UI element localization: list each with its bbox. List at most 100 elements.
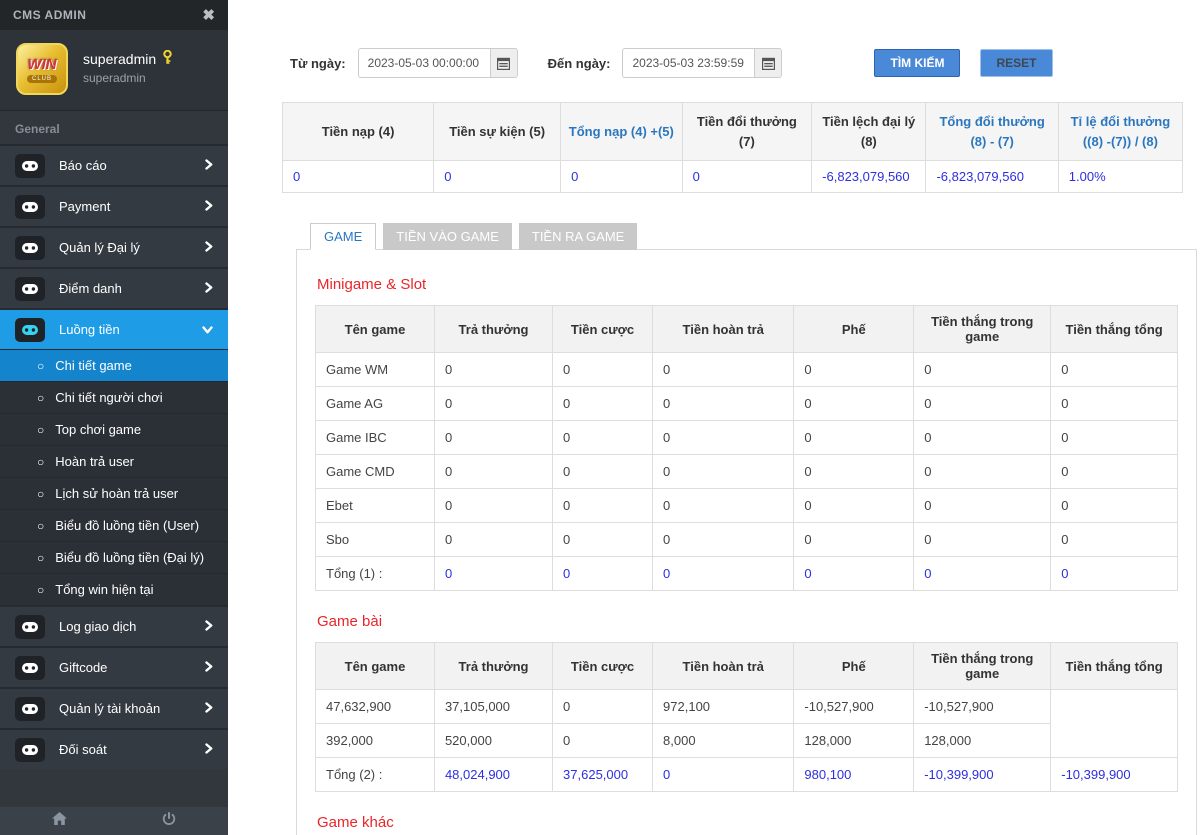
sidebar-subitem[interactable]: ○ Hoàn trả user xyxy=(0,445,228,477)
sidebar-footer xyxy=(0,807,228,835)
game-column-header: Trả thưởng xyxy=(433,642,554,690)
table-cell: 0 xyxy=(433,420,554,455)
to-date-label: Đến ngày: xyxy=(547,55,611,71)
tab-bar: GAME TIỀN VÀO GAME TIỀN RA GAME xyxy=(310,223,1200,250)
summary-value-cell: 0 xyxy=(281,160,435,193)
sidebar-item-label: Đối soát xyxy=(59,742,107,757)
sidebar-subitem[interactable]: ○ Chi tiết người chơi xyxy=(0,381,228,413)
table-cell: 0 xyxy=(552,488,654,523)
table-cell: 0 xyxy=(652,488,795,523)
table-cell: 0 xyxy=(793,420,915,455)
summary-column-header: Tỉ lệ đổi thưởng ((8) -(7)) / (8) xyxy=(1057,102,1184,161)
brand-title: CMS ADMIN xyxy=(13,8,87,22)
summary-value-cell: 1.00% xyxy=(1057,160,1184,193)
table-cell: 0 xyxy=(652,386,795,421)
power-icon[interactable] xyxy=(162,811,176,831)
sidebar-item[interactable]: Báo cáo xyxy=(0,144,228,185)
game-column-header: Phế xyxy=(793,305,915,353)
table-cell: 0 xyxy=(1050,386,1178,421)
reset-button[interactable]: RESET xyxy=(980,49,1053,77)
total-row: Tổng (2) :48,024,900 37,625,000 0 980,100 -1… xyxy=(315,757,1178,792)
chevron-right-icon xyxy=(205,618,213,636)
sidebar-item-label: Quản lý tài khoản xyxy=(59,701,161,716)
summary-values-row: 0 0 0 0 -6,823,079,560 -6,823,079,560 1.00% xyxy=(281,160,1184,193)
sidebar-item[interactable]: Luồng tiền xyxy=(0,308,228,349)
table-cell: 0 xyxy=(1050,420,1178,455)
sidebar-item[interactable]: Payment xyxy=(0,185,228,226)
chevron-right-icon xyxy=(205,280,213,298)
table-cell: 0 xyxy=(793,488,915,523)
table-row: Game AG 0 0 0 0 0 0 xyxy=(315,386,1178,421)
gamepad-icon xyxy=(15,737,45,762)
game-column-header: Tiền hoàn trả xyxy=(652,305,795,353)
tab-tiền-ra-game[interactable]: TIỀN RA GAME xyxy=(518,223,638,250)
section-title: Game bài xyxy=(317,613,383,630)
circle-icon: ○ xyxy=(37,390,45,405)
total-cell: 0 xyxy=(652,556,795,591)
total-row: Tổng (1) :000000 xyxy=(315,556,1178,591)
total-cell: 48,024,900 xyxy=(433,757,554,792)
table-cell: 0 xyxy=(913,488,1052,523)
table-cell: 0 xyxy=(1050,488,1178,523)
user-panel: WIN CLUB superadmin superadmin xyxy=(0,30,228,111)
avatar: WIN CLUB xyxy=(16,43,68,95)
table-row: Game IBC 0 0 0 0 0 0 xyxy=(315,420,1178,455)
circle-icon: ○ xyxy=(37,358,45,373)
table-cell: 520,000 xyxy=(433,723,554,758)
gamepad-icon xyxy=(15,614,45,639)
total-cell: 0 xyxy=(552,556,654,591)
chevron-down-icon xyxy=(202,321,213,339)
table-cell: 0 xyxy=(552,386,654,421)
sidebar-subitem[interactable]: ○ Biểu đồ luồng tiền (Đại lý) xyxy=(0,541,228,573)
table-cell: 0 xyxy=(793,522,915,557)
total-cell: 37,625,000 xyxy=(552,757,654,792)
summary-value-cell: 0 xyxy=(560,160,683,193)
gamepad-icon xyxy=(15,655,45,680)
tab-game[interactable]: GAME xyxy=(310,223,377,250)
gamepad-icon xyxy=(15,696,45,721)
sidebar-item[interactable]: Giftcode xyxy=(0,646,228,687)
table-cell: Sbo xyxy=(315,522,435,557)
summary-column-header: Tiền sự kiện (5) xyxy=(433,102,562,161)
sidebar-item[interactable]: Điểm danh xyxy=(0,267,228,308)
sidebar-subitem[interactable]: ○ Lịch sử hoàn trả user xyxy=(0,477,228,509)
avatar-logo-subtext: CLUB xyxy=(26,74,57,83)
sidebar-item[interactable]: Log giao dịch xyxy=(0,605,228,646)
table-cell: 0 xyxy=(552,689,654,724)
table-cell: 0 xyxy=(652,352,795,387)
to-date-input[interactable] xyxy=(622,48,755,78)
table-cell: 47,632,900 xyxy=(315,689,435,724)
sidebar-subitem-label: Chi tiết người chơi xyxy=(55,390,163,405)
total-cell: 0 xyxy=(1050,556,1178,591)
summary-table: Tiền nạp (4) Tiền sự kiện (5) Tổng nạp (4)… xyxy=(281,102,1184,193)
table-cell: 0 xyxy=(793,386,915,421)
summary-column-header: Tổng đổi thưởng (8) - (7) xyxy=(925,102,1059,161)
table-cell: 0 xyxy=(913,522,1052,557)
game-table: Tên game Trả thưởng Tiền cược Tiền hoàn trả… xyxy=(315,305,1178,591)
sidebar-item-label: Quản lý Đại lý xyxy=(59,240,140,255)
table-cell: Game IBC xyxy=(315,420,435,455)
game-column-header: Tên game xyxy=(315,642,435,690)
sidebar-subitem[interactable]: ○ Biểu đồ luồng tiền (User) xyxy=(0,509,228,541)
gamepad-icon xyxy=(15,153,45,178)
tab-tiền-vào-game[interactable]: TIỀN VÀO GAME xyxy=(383,223,512,250)
search-button[interactable]: TÌM KIẾM xyxy=(874,49,961,77)
avatar-logo-text: WIN xyxy=(27,55,57,73)
sidebar-item-label: Payment xyxy=(59,199,111,214)
sidebar-item[interactable]: Đối soát xyxy=(0,728,228,769)
sidebar-subitem[interactable]: ○ Tổng win hiện tại xyxy=(0,573,228,605)
sidebar-subitem[interactable]: ○ Top chơi game xyxy=(0,413,228,445)
circle-icon: ○ xyxy=(37,550,45,565)
chevron-right-icon xyxy=(205,741,213,759)
from-date-group xyxy=(357,48,518,78)
from-date-input[interactable] xyxy=(357,48,490,78)
sidebar-item[interactable]: Quản lý tài khoản xyxy=(0,687,228,728)
close-icon[interactable]: ✖ xyxy=(202,8,215,23)
sidebar-item[interactable]: Quản lý Đại lý xyxy=(0,226,228,267)
sidebar-subitem[interactable]: ○ Chi tiết game xyxy=(0,349,228,381)
calendar-icon[interactable] xyxy=(489,48,518,78)
home-icon[interactable] xyxy=(52,812,67,830)
calendar-icon[interactable] xyxy=(754,48,783,78)
total-cell: 980,100 xyxy=(793,757,915,792)
table-cell: 0 xyxy=(552,723,654,758)
